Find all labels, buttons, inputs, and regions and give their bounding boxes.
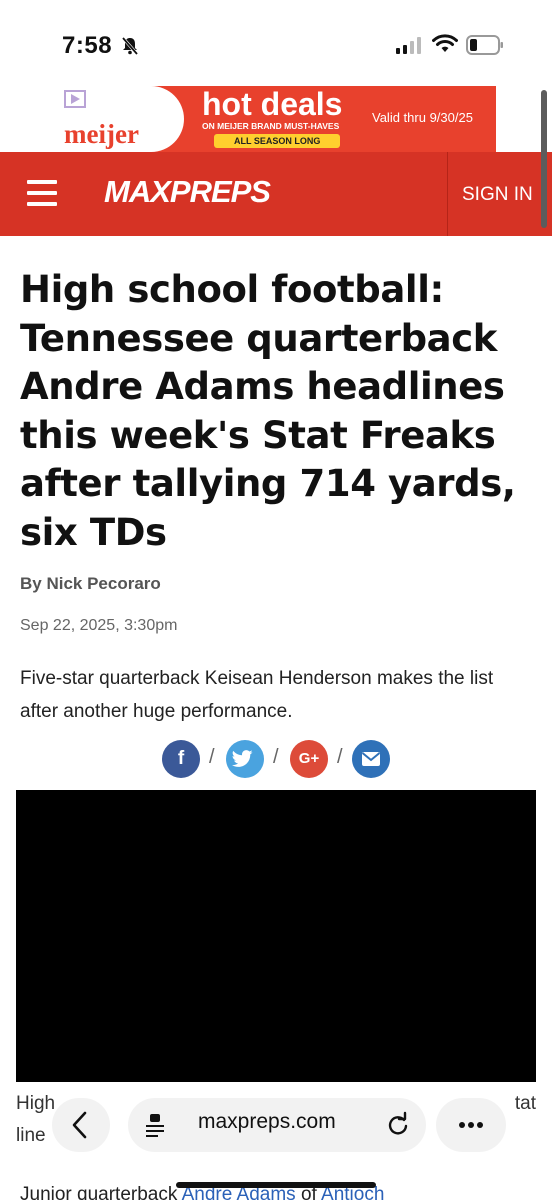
site-header: MAXPREPS SIGN IN — [0, 152, 552, 236]
battery-icon — [466, 35, 503, 55]
article-dek: Five-star quarterback Keisean Henderson … — [20, 668, 494, 722]
cellular-signal-icon — [396, 37, 421, 54]
status-bar: 7:58 — [0, 0, 552, 84]
google-plus-share-icon[interactable]: G+ — [290, 740, 328, 778]
facebook-share-icon[interactable]: f — [162, 740, 200, 778]
header-divider — [447, 152, 448, 236]
share-bar: f / / G+ / — [162, 740, 390, 778]
menu-icon[interactable] — [27, 180, 57, 206]
chevron-left-icon — [72, 1111, 87, 1139]
browser-toolbar: maxpreps.com — [0, 1098, 552, 1158]
reader-mode-icon[interactable] — [144, 1112, 170, 1138]
more-button[interactable] — [436, 1098, 506, 1152]
ad-subline: ON MEIJER BRAND MUST-HAVES — [202, 121, 340, 131]
page-scrollbar[interactable] — [541, 90, 547, 228]
page: 7:58 meijer hot deals ON MEIJER BRAND MU… — [0, 0, 552, 1200]
share-separator: / — [273, 746, 279, 768]
menu-icon-bar — [27, 202, 57, 206]
ellipsis-icon — [459, 1122, 483, 1128]
home-indicator[interactable] — [176, 1182, 376, 1188]
video-player[interactable] — [16, 790, 536, 1082]
article-title: High school football: Tennessee quarterb… — [20, 268, 516, 554]
wifi-icon — [432, 34, 458, 52]
reload-icon[interactable] — [384, 1111, 412, 1139]
address-bar[interactable]: maxpreps.com — [128, 1098, 426, 1152]
status-time: 7:58 — [62, 32, 113, 59]
ad-banner[interactable]: meijer hot deals ON MEIJER BRAND MUST-HA… — [56, 86, 496, 152]
silent-bell-icon — [121, 37, 139, 55]
sign-in-button[interactable]: SIGN IN — [462, 184, 533, 206]
envelope-icon — [361, 752, 381, 766]
article-date: Sep 22, 2025, 3:30pm — [20, 617, 178, 634]
maxpreps-logo[interactable]: MAXPREPS — [104, 174, 271, 210]
ad-headline: hot deals — [202, 86, 343, 122]
article-byline[interactable]: By Nick Pecoraro — [20, 574, 161, 594]
url-text: maxpreps.com — [198, 1110, 336, 1133]
ad-brand-panel: meijer — [56, 86, 184, 152]
share-separator: / — [337, 746, 343, 768]
ad-pill: ALL SEASON LONG — [214, 134, 341, 148]
share-separator: / — [209, 746, 215, 768]
twitter-bird-icon — [231, 750, 253, 767]
ad-brand: meijer — [64, 119, 139, 149]
back-button[interactable] — [52, 1098, 110, 1152]
menu-icon-bar — [27, 180, 57, 184]
ad-valid-text: Valid thru 9/30/25 — [372, 110, 473, 125]
email-share-icon[interactable] — [352, 740, 390, 778]
body-text-start: Junior quarterback — [20, 1184, 182, 1200]
twitter-share-icon[interactable] — [226, 740, 264, 778]
menu-icon-bar — [27, 191, 57, 195]
adchoices-icon[interactable] — [64, 90, 86, 108]
